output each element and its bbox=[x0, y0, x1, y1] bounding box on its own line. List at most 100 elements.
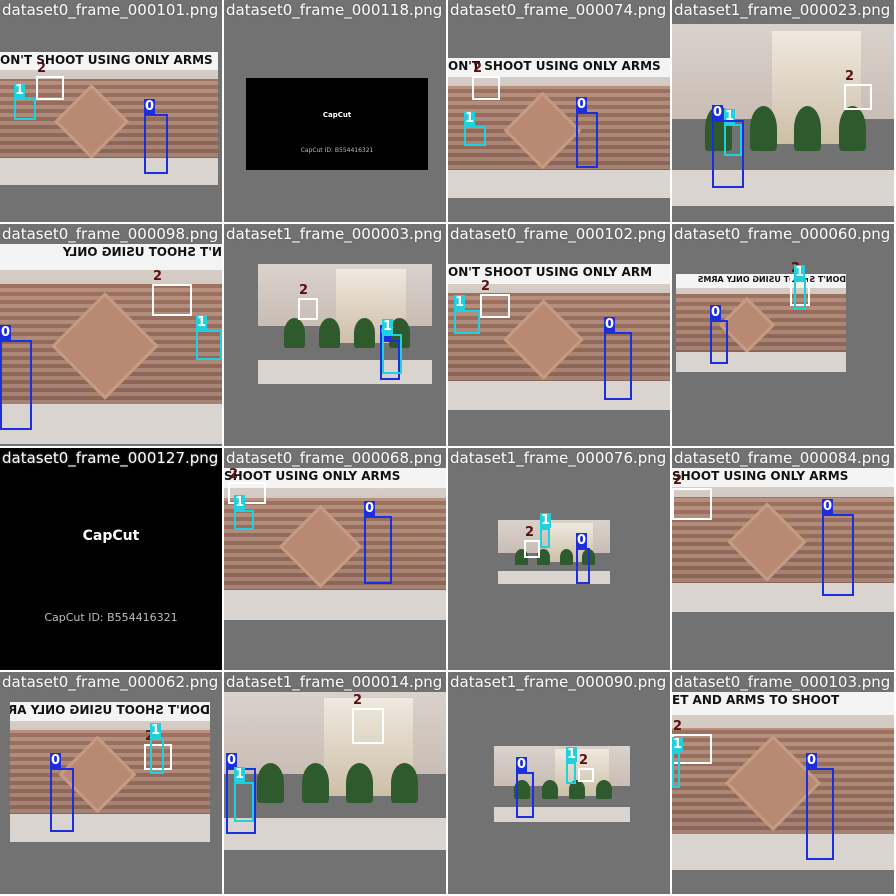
bbox-class-0 bbox=[576, 548, 590, 584]
bbox-class-1 bbox=[540, 528, 550, 548]
mosaic-tile: SHOOT USING ONLY ARMS 2 1 0 dataset0_frame_0… bbox=[224, 448, 446, 670]
frame-filename: dataset0_frame_000060.png bbox=[674, 225, 891, 243]
frame-image: DON'T SHOOT USING ONLY ARMS bbox=[676, 274, 846, 372]
mosaic-tile: ON'T SHOOT USING ONLY ARMS 2 1 0 dataset0_fr… bbox=[0, 0, 222, 222]
frame-filename: dataset1_frame_000090.png bbox=[450, 673, 667, 691]
bbox-class-1 bbox=[196, 330, 222, 360]
bbox-class-2 bbox=[480, 294, 510, 318]
bbox-class-2 bbox=[524, 540, 540, 558]
bbox-class-0 bbox=[364, 516, 392, 584]
class-label: 0 bbox=[0, 325, 12, 340]
court-ground bbox=[448, 170, 670, 198]
mosaic-tile: CapCut CapCut ID: B554416321 dataset0_fram… bbox=[224, 0, 446, 222]
class-label: 1 bbox=[150, 723, 162, 738]
bbox-class-2 bbox=[578, 768, 594, 782]
capcut-logo: CapCut bbox=[82, 528, 140, 544]
frame-image bbox=[494, 746, 630, 822]
frame-filename: dataset1_frame_000076.png bbox=[450, 449, 667, 467]
court-ground bbox=[494, 806, 630, 822]
frame-filename: dataset0_frame_000102.png bbox=[450, 225, 667, 243]
court-ground bbox=[672, 834, 894, 870]
class-label: 2 bbox=[353, 693, 363, 708]
wall-banner-text: ON'T SHOOT USING ONLY ARMS bbox=[0, 52, 218, 70]
bbox-class-1 bbox=[234, 510, 254, 530]
frame-image: CapCut CapCut ID: B554416321 bbox=[0, 448, 222, 670]
palm-tree bbox=[794, 105, 821, 152]
frame-image bbox=[498, 520, 610, 584]
court-ground bbox=[672, 169, 894, 206]
mosaic-tile: ET AND ARMS TO SHOOT 2 1 0 dataset0_frame_00… bbox=[672, 672, 894, 894]
bbox-class-1 bbox=[382, 334, 402, 374]
bbox-class-1 bbox=[234, 782, 254, 822]
class-label: 2 bbox=[37, 61, 47, 76]
bbox-class-0 bbox=[576, 112, 598, 168]
frame-filename: dataset0_frame_000103.png bbox=[674, 673, 891, 691]
class-label: 0 bbox=[576, 97, 588, 112]
class-label: 1 bbox=[454, 295, 466, 310]
frame-image: CapCut CapCut ID: B554416321 bbox=[246, 78, 428, 170]
class-label: 2 bbox=[525, 525, 535, 540]
bbox-class-1 bbox=[794, 280, 806, 310]
class-label: 2 bbox=[153, 269, 163, 284]
bbox-class-0 bbox=[604, 332, 632, 400]
bbox-class-2 bbox=[352, 708, 384, 744]
class-label: 0 bbox=[144, 99, 156, 114]
class-label: 2 bbox=[473, 61, 483, 76]
mosaic-tile: ON'T SHOOT USING ONLY ARM 2 1 0 dataset0_fra… bbox=[448, 224, 670, 446]
annotated-image-mosaic: ON'T SHOOT USING ONLY ARMS 2 1 0 dataset0_fr… bbox=[0, 0, 896, 896]
class-label: 2 bbox=[481, 279, 491, 294]
wall-banner-text: N'T SHOOT USING ONLY bbox=[0, 244, 222, 270]
court-ground bbox=[498, 571, 610, 584]
bbox-class-0 bbox=[516, 772, 534, 818]
mosaic-tile: 201dataset1_frame_000003.png bbox=[224, 224, 446, 446]
frame-filename: dataset0_frame_000068.png bbox=[226, 449, 443, 467]
court-ground bbox=[0, 158, 218, 185]
bbox-class-0 bbox=[712, 120, 744, 188]
class-label: 1 bbox=[382, 319, 394, 334]
class-label: 1 bbox=[672, 737, 684, 752]
frame-filename: dataset0_frame_000127.png bbox=[2, 449, 219, 467]
frame-filename: dataset1_frame_000003.png bbox=[226, 225, 443, 243]
class-label: 1 bbox=[196, 315, 208, 330]
bbox-class-1 bbox=[672, 752, 680, 788]
bbox-class-2 bbox=[672, 488, 712, 520]
mosaic-tile: DON'T SHOOT USING ONLY ARMS210dataset0_f… bbox=[672, 224, 894, 446]
capcut-id-text: CapCut ID: B554416321 bbox=[300, 147, 374, 154]
class-label: 1 bbox=[14, 83, 26, 98]
class-label: 0 bbox=[576, 533, 588, 548]
capcut-id-text: CapCut ID: B554416321 bbox=[44, 611, 178, 624]
bbox-class-1 bbox=[454, 310, 480, 334]
bbox-class-2 bbox=[298, 298, 318, 320]
bbox-class-0 bbox=[0, 340, 32, 430]
palm-tree bbox=[839, 105, 866, 152]
court-ground bbox=[0, 404, 222, 444]
mosaic-tile: ON'T SHOOT USING ONLY ARMS 2 1 0 dataset0_fr… bbox=[448, 0, 670, 222]
frame-filename: dataset0_frame_000074.png bbox=[450, 1, 667, 19]
court-ground bbox=[224, 818, 446, 850]
palm-tree bbox=[284, 318, 305, 348]
frame-filename: dataset0_frame_000084.png bbox=[674, 449, 891, 467]
class-label: 1 bbox=[234, 767, 246, 782]
frame-image bbox=[224, 692, 446, 850]
frame-image: ET AND ARMS TO SHOOT bbox=[672, 692, 894, 870]
class-label: 0 bbox=[364, 501, 376, 516]
frame-image bbox=[258, 264, 432, 384]
mosaic-tile: DON'T SHOOT USING ONLY ARMS210dataset0_f… bbox=[0, 672, 222, 894]
mosaic-tile: N'T SHOOT USING ONLY 2 1 0 dataset0_frame_00… bbox=[0, 224, 222, 446]
class-label: 0 bbox=[226, 753, 238, 768]
capcut-logo: CapCut bbox=[322, 111, 352, 119]
court-ground bbox=[676, 352, 846, 372]
bbox-class-0 bbox=[144, 114, 168, 174]
class-label: 2 bbox=[845, 69, 855, 84]
class-label: 0 bbox=[50, 753, 62, 768]
bbox-class-1 bbox=[14, 98, 36, 120]
bbox-class-2 bbox=[152, 284, 192, 316]
bbox-class-2 bbox=[472, 76, 500, 100]
wall-banner-text: DON'T SHOOT USING ONLY ARMS bbox=[676, 274, 846, 288]
capcut-splash: CapCut CapCut ID: B554416321 bbox=[0, 448, 222, 670]
palm-tree bbox=[354, 318, 375, 348]
class-label: 0 bbox=[710, 305, 722, 320]
palm-tree bbox=[750, 105, 777, 152]
frame-filename: dataset1_frame_000014.png bbox=[226, 673, 443, 691]
palm-tree bbox=[560, 548, 573, 565]
